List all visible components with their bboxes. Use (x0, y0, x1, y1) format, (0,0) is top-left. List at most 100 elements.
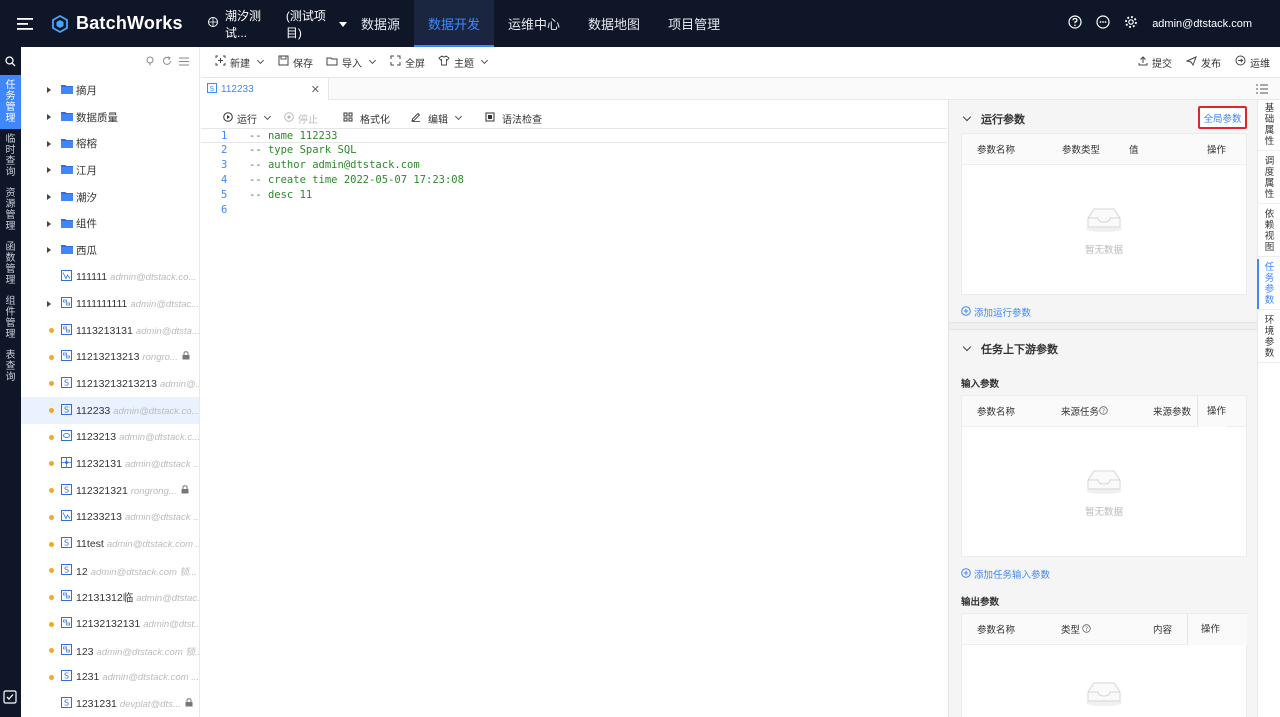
leftnav-item-char: 理 (5, 113, 16, 124)
leftnav-item-1[interactable]: 临时查询 (0, 129, 21, 183)
refresh-icon[interactable] (162, 55, 172, 69)
tree-task[interactable]: S 11test admin@dtstack.com ... (21, 531, 199, 558)
tree-task[interactable]: 11213213213 rongro... (21, 344, 199, 371)
code-line[interactable]: 2 -- type Spark SQL (201, 143, 947, 158)
code-line[interactable]: 3 -- author admin@dtstack.com (201, 158, 947, 173)
tree-task[interactable]: 1123213 admin@dtstack.c... (21, 424, 199, 451)
leftnav-item-4[interactable]: 组件管理 (0, 291, 21, 345)
sql-task-icon: S (61, 403, 72, 418)
user-account[interactable]: admin@dtstack.com (1152, 18, 1252, 30)
caret-right-icon[interactable] (47, 140, 51, 147)
tree-task[interactable]: 12131312临 admin@dtstac... (21, 584, 199, 611)
stop-button[interactable]: 停止 (284, 111, 318, 126)
nav-project-mgmt[interactable]: 项目管理 (654, 0, 734, 47)
leftnav-item-0[interactable]: 任务管理 (0, 75, 21, 129)
nav-data-map[interactable]: 数据地图 (574, 0, 654, 47)
leftnav-item-3[interactable]: 函数管理 (0, 237, 21, 291)
caret-right-icon[interactable] (47, 247, 51, 254)
ops-button[interactable]: 运维 (1235, 55, 1270, 70)
tree-task[interactable]: 1111111111 admin@dtstac... (21, 291, 199, 318)
nav-data-dev[interactable]: 数据开发 (414, 0, 495, 47)
side-tab-3[interactable]: 任务参数 (1257, 259, 1280, 310)
gear-icon[interactable] (1124, 15, 1138, 32)
import-button[interactable]: 导入 (326, 55, 377, 70)
code-text: -- desc 11 (249, 189, 313, 201)
caret-right-icon[interactable] (47, 114, 51, 121)
status-dot (49, 674, 54, 680)
plus-circle-icon (961, 567, 971, 581)
edit-button[interactable]: 编辑 (411, 111, 463, 126)
code-line[interactable]: 6 (201, 203, 947, 218)
add-input-param-link[interactable]: 添加任务输入参数 (961, 567, 1050, 581)
message-icon[interactable] (1096, 15, 1110, 32)
theme-label: 主题 (454, 58, 474, 70)
tree-folder[interactable]: 潮汐 (21, 184, 199, 211)
leftnav-item-5[interactable]: 表查询 (0, 345, 21, 388)
nav-ops-center[interactable]: 运维中心 (494, 0, 574, 47)
tab-112233[interactable]: S 112233 ✕ (201, 78, 329, 100)
side-tab-1[interactable]: 调度属性 (1258, 153, 1280, 204)
add-run-param-link[interactable]: 添加运行参数 (961, 305, 1031, 319)
tree-task[interactable]: 12132132131 admin@dtst... (21, 611, 199, 638)
code-line[interactable]: 5 -- desc 11 (201, 188, 947, 203)
tree-folder[interactable]: 江月 (21, 157, 199, 184)
caret-right-icon[interactable] (47, 87, 51, 94)
side-tab-2[interactable]: 依赖视图 (1258, 206, 1280, 257)
save-icon (278, 55, 289, 69)
publish-button[interactable]: 发布 (1185, 55, 1221, 70)
search-icon[interactable] (0, 47, 21, 75)
caret-right-icon[interactable] (47, 220, 51, 227)
tree-folder[interactable]: 摘月 (21, 77, 199, 104)
caret-right-icon[interactable] (47, 300, 51, 307)
locate-icon[interactable] (145, 55, 155, 69)
tree-task[interactable]: S 11213213213213admin@... (21, 371, 199, 398)
caret-right-icon[interactable] (47, 167, 51, 174)
leftnav-item-char: 数 (5, 253, 16, 264)
close-icon[interactable]: ✕ (311, 83, 320, 96)
theme-button[interactable]: 主题 (438, 55, 489, 70)
project-selector[interactable]: 潮汐测试... (测试项目) (207, 7, 347, 41)
code-line[interactable]: 1 -- name 112233 (201, 128, 947, 143)
tree-folder[interactable]: 组件 (21, 210, 199, 237)
leftnav-item-char: 源 (5, 199, 16, 210)
tree-task[interactable]: 11233213 admin@dtstack ... (21, 504, 199, 531)
tree-folder[interactable]: 西瓜 (21, 237, 199, 264)
tree-task[interactable]: S 12 admin@dtstack.com 锁... (21, 557, 199, 584)
tree-folder[interactable]: 榕榕 (21, 130, 199, 157)
side-tab-0[interactable]: 基础属性 (1258, 100, 1280, 151)
tree-task[interactable]: 1113213131 admin@dtsta... (21, 317, 199, 344)
nav-datasource[interactable]: 数据源 (347, 0, 414, 47)
run-button[interactable]: 运行 (223, 111, 272, 126)
save-button[interactable]: 保存 (278, 55, 313, 70)
tree-task[interactable]: S 1231 admin@dtstack.com ... (21, 664, 199, 691)
task-owner: admin@dtstac... (130, 298, 199, 310)
caret-right-icon[interactable] (47, 194, 51, 201)
task-owner: admin@dtstack.co... (110, 272, 197, 284)
fullscreen-button[interactable]: 全屏 (390, 55, 425, 70)
checklist-icon[interactable] (3, 690, 17, 707)
format-button[interactable]: 格式化 (343, 111, 390, 126)
submit-button[interactable]: 提交 (1138, 55, 1172, 70)
leftnav-item-char: 时 (5, 145, 16, 156)
help-icon[interactable] (1068, 15, 1082, 32)
updown-params-header[interactable]: 任务上下游参数 (949, 340, 1257, 357)
tab-list-icon[interactable] (1256, 83, 1268, 97)
tree-task[interactable]: S 1231231 devplat@dts... (21, 691, 199, 717)
tree-task[interactable]: 11232131 admin@dtstack ... (21, 451, 199, 478)
code-editor[interactable]: 1 -- name 112233 2 -- type Spark SQL 3 -- aut… (201, 128, 947, 717)
side-tab-4[interactable]: 环境参数 (1258, 312, 1280, 363)
tree-task[interactable]: S 112321321 rongrong... (21, 477, 199, 504)
syntax-check-button[interactable]: 语法检查 (485, 111, 542, 126)
tree-task[interactable]: 111111 admin@dtstack.co... (21, 264, 199, 291)
tree-task[interactable]: 123 admin@dtstack.com 锁... (21, 637, 199, 664)
app-logo[interactable]: BatchWorks (50, 13, 200, 34)
new-button[interactable]: 新建 (215, 55, 265, 70)
global-params-button[interactable]: 全局参数 (1198, 106, 1247, 129)
folder-name: 摘月 (76, 84, 97, 97)
code-line[interactable]: 4 -- create time 2022-05-07 17:23:08 (201, 173, 947, 188)
tree-folder[interactable]: 数据质量 (21, 104, 199, 131)
list-view-icon[interactable] (179, 55, 189, 69)
tree-task[interactable]: S 112233 admin@dtstack.co... (21, 397, 199, 424)
leftnav-item-2[interactable]: 资源管理 (0, 183, 21, 237)
hamburger-menu-icon[interactable] (0, 0, 50, 47)
